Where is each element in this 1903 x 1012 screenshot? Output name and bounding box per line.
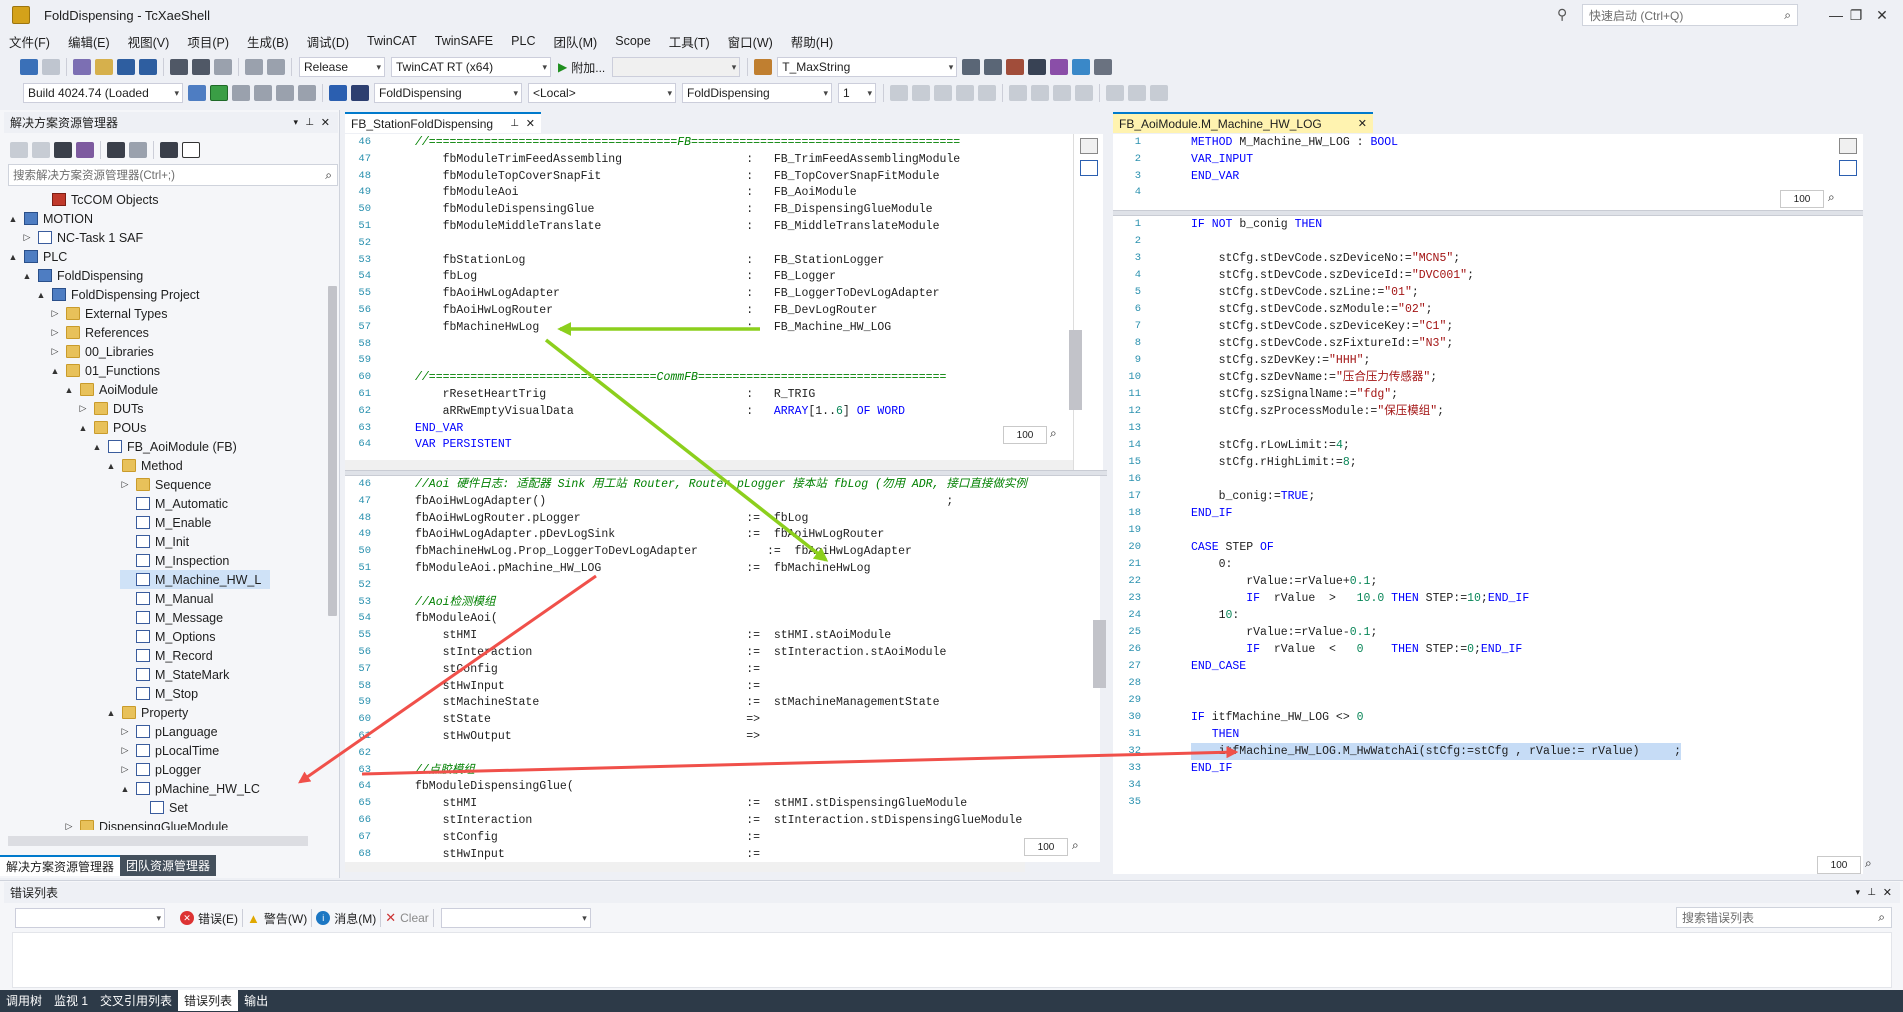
annotation-arrows	[298, 322, 1239, 784]
red-arrow-to-property	[298, 574, 597, 784]
red-arrow-to-method-call	[361, 746, 1239, 776]
green-arrow-to-adapter	[544, 338, 829, 562]
